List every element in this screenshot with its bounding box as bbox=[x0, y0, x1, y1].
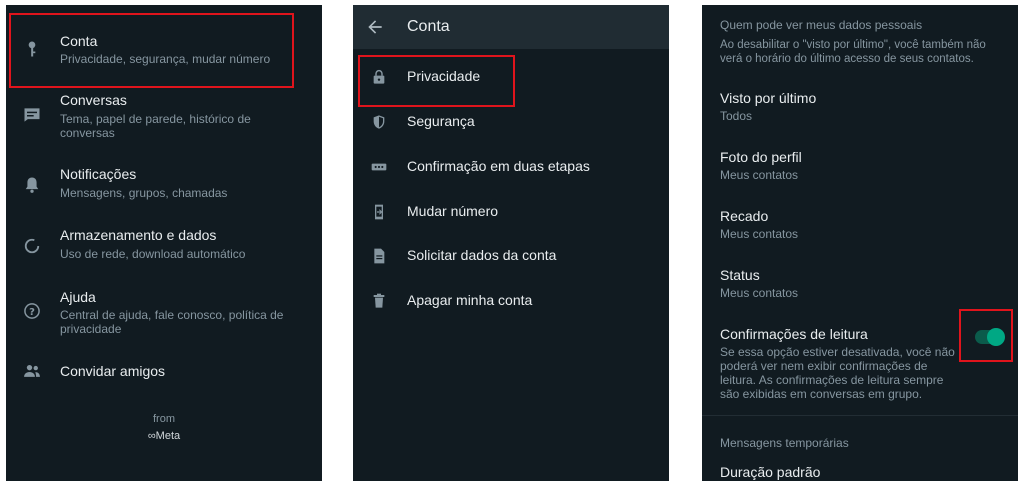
section-divider bbox=[702, 415, 1018, 416]
settings-item-title: Conversas bbox=[60, 92, 127, 108]
highlight-conta bbox=[9, 13, 294, 88]
privacy-item-value: Todos bbox=[720, 109, 753, 123]
privacy-item-profile-photo[interactable]: Foto do perfil Meus contatos bbox=[720, 149, 1000, 189]
account-item-change-number[interactable]: Mudar número bbox=[353, 192, 669, 232]
highlight-privacidade bbox=[358, 55, 515, 107]
shield-icon bbox=[371, 114, 387, 130]
privacy-item-title: Confirmações de leitura bbox=[720, 326, 868, 342]
settings-item-notifications[interactable]: Notificações Mensagens, grupos, chamadas bbox=[6, 163, 322, 207]
default-duration-item[interactable]: Duração padrão bbox=[720, 464, 820, 481]
settings-item-subtitle: Mensagens, grupos, chamadas bbox=[60, 186, 228, 200]
privacy-item-title: Foto do perfil bbox=[720, 149, 802, 165]
account-item-request-data[interactable]: Solicitar dados da conta bbox=[353, 236, 669, 276]
settings-item-help[interactable]: ? Ajuda Central de ajuda, fale conosco, … bbox=[6, 285, 322, 341]
people-icon bbox=[22, 361, 42, 381]
dots-icon bbox=[371, 159, 387, 175]
account-header: Conta bbox=[353, 5, 669, 49]
bell-icon bbox=[22, 175, 42, 195]
storage-circle-icon bbox=[22, 236, 42, 256]
settings-item-chats[interactable]: Conversas Tema, papel de parede, históri… bbox=[6, 87, 322, 143]
trash-icon bbox=[371, 293, 387, 309]
settings-item-title: Notificações bbox=[60, 166, 137, 182]
account-item-label: Confirmação em duas etapas bbox=[407, 158, 590, 174]
account-item-label: Mudar número bbox=[407, 203, 499, 219]
section-title: Quem pode ver meus dados pessoais bbox=[720, 18, 923, 32]
settings-item-title: Ajuda bbox=[60, 289, 96, 305]
section-note: Ao desabilitar o "visto por último", voc… bbox=[720, 39, 986, 65]
settings-item-title: Armazenamento e dados bbox=[60, 227, 217, 243]
settings-item-subtitle: Central de ajuda, fale conosco, política… bbox=[60, 308, 284, 336]
privacy-item-value: Meus contatos bbox=[720, 286, 799, 300]
privacy-item-status[interactable]: Status Meus contatos bbox=[720, 267, 1000, 307]
privacy-item-title: Visto por último bbox=[720, 90, 817, 106]
account-item-delete[interactable]: Apagar minha conta bbox=[353, 281, 669, 321]
privacy-item-description: Se essa opção estiver desativada, você n… bbox=[720, 345, 955, 401]
footer-from-label: from bbox=[153, 413, 175, 425]
chat-icon bbox=[22, 105, 42, 125]
account-item-security[interactable]: Segurança bbox=[353, 102, 669, 142]
account-item-label: Segurança bbox=[407, 113, 475, 129]
settings-item-title: Convidar amigos bbox=[60, 363, 166, 379]
document-icon bbox=[371, 248, 387, 264]
meta-logo: ∞Meta bbox=[147, 430, 181, 442]
privacy-item-title: Recado bbox=[720, 208, 769, 224]
page-title: Conta bbox=[407, 18, 450, 35]
settings-item-subtitle: Uso de rede, download automático bbox=[60, 247, 246, 261]
svg-text:?: ? bbox=[29, 307, 35, 318]
privacy-item-read-receipts[interactable]: Confirmações de leitura Se essa opção es… bbox=[720, 326, 1000, 402]
account-item-label: Apagar minha conta bbox=[407, 292, 533, 308]
settings-item-subtitle: Tema, papel de parede, histórico de conv… bbox=[60, 112, 251, 140]
back-arrow-icon[interactable] bbox=[365, 17, 385, 37]
privacy-panel: Quem pode ver meus dados pessoais Ao des… bbox=[702, 5, 1018, 481]
privacy-item-title: Status bbox=[720, 267, 760, 283]
help-icon: ? bbox=[22, 301, 42, 321]
highlight-toggle bbox=[959, 309, 1013, 362]
phone-change-icon bbox=[371, 204, 387, 220]
settings-item-storage[interactable]: Armazenamento e dados Uso de rede, downl… bbox=[6, 224, 322, 268]
section-title-disappearing: Mensagens temporárias bbox=[720, 436, 849, 450]
account-item-label: Solicitar dados da conta bbox=[407, 247, 557, 263]
privacy-item-about[interactable]: Recado Meus contatos bbox=[720, 208, 1000, 248]
privacy-item-value: Meus contatos bbox=[720, 168, 799, 182]
privacy-item-last-seen[interactable]: Visto por último Todos bbox=[720, 90, 1000, 130]
settings-item-invite[interactable]: Convidar amigos bbox=[6, 356, 322, 386]
account-item-two-step[interactable]: Confirmação em duas etapas bbox=[353, 147, 669, 187]
privacy-item-value: Meus contatos bbox=[720, 227, 799, 241]
